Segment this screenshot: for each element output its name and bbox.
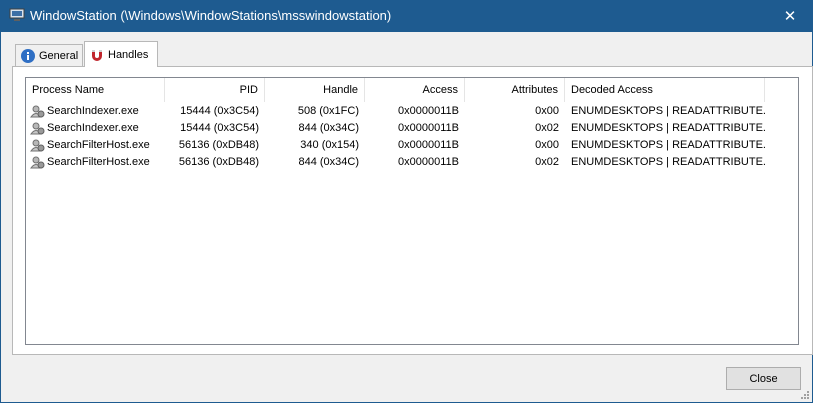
process-icon bbox=[30, 105, 45, 118]
title-bar[interactable]: WindowStation (\Windows\WindowStations\m… bbox=[0, 0, 813, 32]
decoded-access-cell: ENUMDESKTOPS | READATTRIBUTE... bbox=[571, 122, 765, 134]
column-header-handle[interactable]: Handle bbox=[265, 78, 365, 102]
close-button[interactable]: Close bbox=[726, 367, 801, 390]
table-row[interactable]: SearchFilterHost.exe 56136 (0xDB48) 340 … bbox=[26, 137, 798, 154]
access-cell: 0x0000011B bbox=[398, 139, 459, 151]
pid-cell: 56136 (0xDB48) bbox=[178, 139, 259, 151]
resize-grip-icon[interactable] bbox=[800, 390, 810, 400]
process-icon bbox=[30, 156, 45, 169]
handle-cell: 340 (0x154) bbox=[300, 139, 359, 151]
process-name: SearchIndexer.exe bbox=[47, 122, 139, 134]
decoded-access-cell: ENUMDESKTOPS | READATTRIBUTE... bbox=[571, 139, 765, 151]
pid-cell: 15444 (0x3C54) bbox=[180, 105, 259, 117]
process-name-cell: SearchFilterHost.exe bbox=[26, 137, 165, 154]
column-header-process-name[interactable]: Process Name bbox=[26, 78, 165, 102]
process-name: SearchFilterHost.exe bbox=[47, 139, 150, 151]
tab-handles-label: Handles bbox=[108, 48, 149, 61]
handle-cell: 844 (0x34C) bbox=[298, 122, 359, 134]
info-icon bbox=[21, 48, 35, 63]
handles-tab-panel: Process Name PID Handle Access Attribute… bbox=[12, 66, 813, 355]
decoded-access-cell: ENUMDESKTOPS | READATTRIBUTE... bbox=[571, 105, 765, 117]
handle-cell: 508 (0x1FC) bbox=[297, 105, 359, 117]
column-header-decoded-access[interactable]: Decoded Access bbox=[565, 78, 765, 102]
access-cell: 0x0000011B bbox=[398, 105, 459, 117]
process-name: SearchIndexer.exe bbox=[47, 105, 139, 117]
decoded-access-cell: ENUMDESKTOPS | READATTRIBUTE... bbox=[571, 156, 765, 168]
pid-cell: 15444 (0x3C54) bbox=[180, 122, 259, 134]
column-header-access[interactable]: Access bbox=[365, 78, 465, 102]
attributes-cell: 0x00 bbox=[535, 105, 559, 117]
access-cell: 0x0000011B bbox=[398, 156, 459, 168]
process-icon bbox=[30, 139, 45, 152]
process-name-cell: SearchIndexer.exe bbox=[26, 120, 165, 137]
access-cell: 0x0000011B bbox=[398, 122, 459, 134]
window-close-button[interactable]: ✕ bbox=[767, 0, 813, 32]
attributes-cell: 0x00 bbox=[535, 139, 559, 151]
table-row[interactable]: SearchIndexer.exe 15444 (0x3C54) 508 (0x… bbox=[26, 103, 798, 120]
tab-handles[interactable]: Handles bbox=[84, 41, 158, 67]
magnet-icon bbox=[92, 49, 102, 61]
process-icon bbox=[30, 122, 45, 135]
column-header-pid[interactable]: PID bbox=[165, 78, 265, 102]
process-name-cell: SearchFilterHost.exe bbox=[26, 154, 165, 171]
attributes-cell: 0x02 bbox=[535, 122, 559, 134]
list-header: Process Name PID Handle Access Attribute… bbox=[26, 78, 798, 102]
tab-general[interactable]: General bbox=[15, 44, 83, 66]
process-name-cell: SearchIndexer.exe bbox=[26, 103, 165, 120]
tab-general-label: General bbox=[39, 49, 79, 62]
process-name: SearchFilterHost.exe bbox=[47, 156, 150, 168]
attributes-cell: 0x02 bbox=[535, 156, 559, 168]
column-header-attributes[interactable]: Attributes bbox=[465, 78, 565, 102]
window-border-left bbox=[0, 32, 1, 403]
window-station-icon bbox=[9, 8, 25, 21]
table-row[interactable]: SearchIndexer.exe 15444 (0x3C54) 844 (0x… bbox=[26, 120, 798, 137]
handle-cell: 844 (0x34C) bbox=[298, 156, 359, 168]
handles-list[interactable]: Process Name PID Handle Access Attribute… bbox=[25, 77, 799, 345]
close-icon: ✕ bbox=[783, 8, 797, 25]
table-row[interactable]: SearchFilterHost.exe 56136 (0xDB48) 844 … bbox=[26, 154, 798, 171]
window-title: WindowStation (\Windows\WindowStations\m… bbox=[30, 8, 392, 23]
pid-cell: 56136 (0xDB48) bbox=[178, 156, 259, 168]
